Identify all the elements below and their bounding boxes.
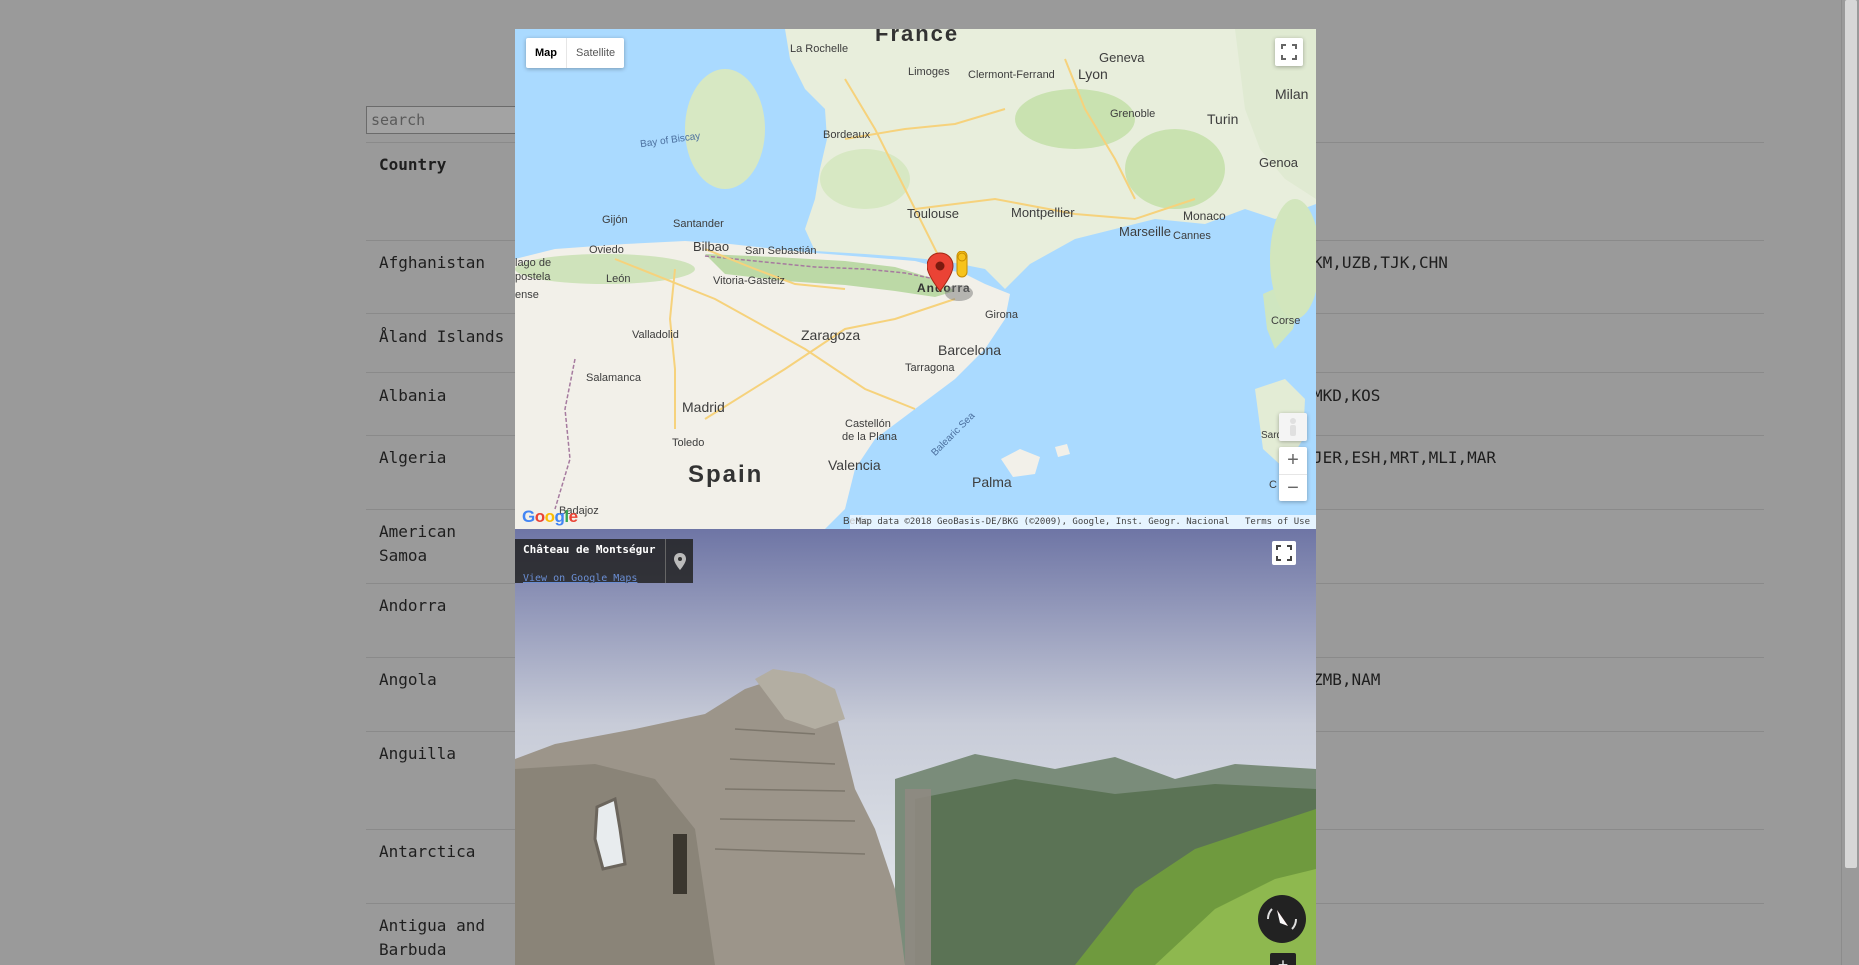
map-label: Montpellier <box>1011 205 1075 220</box>
compass-control[interactable] <box>1258 895 1306 943</box>
map-label: Girona <box>985 309 1019 321</box>
map-label: La Rochelle <box>790 43 849 55</box>
street-view-title: Château de Montségur <box>523 543 656 556</box>
pegman-button[interactable] <box>1279 413 1307 441</box>
map-label: Castellón <box>845 418 891 430</box>
map-type-satellite-button[interactable]: Satellite <box>566 38 624 68</box>
map-label: Geneva <box>1099 50 1145 65</box>
location-marker-icon[interactable] <box>927 251 983 307</box>
column-header-country: Country <box>379 155 447 174</box>
map-type-map-button[interactable]: Map <box>526 38 566 68</box>
cell-borders: KM,UZB,TJK,CHN <box>1313 253 1448 272</box>
map-label: Clermont-Ferrand <box>968 69 1055 81</box>
street-view-info-card: Château de Montségur View on Google Maps <box>515 539 694 584</box>
map-label: Valladolid <box>632 329 679 341</box>
search-input[interactable] <box>366 106 516 134</box>
cell-country: Anguilla <box>379 744 457 763</box>
google-logo: Google <box>522 507 578 526</box>
map-label: lago de <box>515 257 552 269</box>
street-view-fullscreen-button[interactable] <box>1272 541 1296 565</box>
terms-link[interactable]: Terms of Use <box>1245 517 1310 527</box>
attribution-text: Map data ©2018 GeoBasis-DE/BKG (©2009), … <box>855 517 1230 527</box>
cell-country: American Samoa <box>379 522 457 565</box>
map-label: Milan <box>1275 86 1309 102</box>
cell-country: Albania <box>379 386 447 405</box>
cell-country: Algeria <box>379 448 447 467</box>
map-label: Cannes <box>1173 230 1211 242</box>
map-label: Bilbao <box>693 239 730 254</box>
map-label: Zaragoza <box>801 327 861 343</box>
map-label: Valencia <box>828 457 881 473</box>
map-label: Genoa <box>1259 155 1299 170</box>
map-label: Monaco <box>1183 209 1226 223</box>
map-label: Oviedo <box>589 244 624 256</box>
map-view[interactable]: France La Rochelle Limoges Clermont-Ferr… <box>515 29 1316 529</box>
map-label: San Sebastián <box>745 245 817 257</box>
fullscreen-icon <box>1281 44 1297 60</box>
map-label: ense <box>515 289 539 301</box>
view-on-google-maps-link[interactable]: View on Google Maps <box>523 573 637 584</box>
map-label: Lyon <box>1078 66 1108 82</box>
map-label: Toledo <box>672 437 705 449</box>
cell-country: Antigua and Barbuda <box>379 916 485 959</box>
map-label: postela <box>515 271 551 283</box>
cell-country: Afghanistan <box>379 253 485 272</box>
pegman-icon <box>1290 418 1296 436</box>
map-label: Marseille <box>1119 224 1172 239</box>
map-label: de la Plana <box>842 431 898 443</box>
fullscreen-icon <box>1276 545 1292 561</box>
map-label: Tarragona <box>905 362 955 374</box>
street-view-image <box>515 529 1316 965</box>
location-modal: France La Rochelle Limoges Clermont-Ferr… <box>515 29 1316 965</box>
map-label: Salamanca <box>586 372 642 384</box>
cell-country: Andorra <box>379 596 447 615</box>
cell-country: Åland Islands <box>379 327 505 346</box>
compass-icon <box>1266 908 1298 930</box>
cell-country: Antarctica <box>379 842 476 861</box>
map-label: Gijón <box>602 214 628 226</box>
cell-borders: JER,ESH,MRT,MLI,MAR <box>1313 448 1497 467</box>
map-terrain <box>515 29 1316 529</box>
cell-borders: ZMB,NAM <box>1313 670 1381 689</box>
street-view-panorama[interactable]: Château de Montségur View on Google Maps <box>515 529 1316 965</box>
map-label: Turin <box>1207 111 1239 127</box>
map-label: Grenoble <box>1110 108 1156 120</box>
map-label: Bordeaux <box>823 129 871 141</box>
map-attribution: Map data ©2018 GeoBasis-DE/BKG (©2009), … <box>849 515 1316 529</box>
page-scrollbar[interactable] <box>1841 0 1859 965</box>
map-label: Corse <box>1271 315 1301 327</box>
map-label: Madrid <box>682 399 725 415</box>
cell-borders: MKD,KOS <box>1313 386 1381 405</box>
map-label: León <box>606 273 631 285</box>
cell-country: Angola <box>379 670 437 689</box>
map-label-france: France <box>875 29 960 46</box>
zoom-in-button[interactable]: + <box>1279 447 1307 475</box>
scrollbar-thumb[interactable] <box>1845 0 1857 868</box>
map-label: Barcelona <box>938 342 1002 358</box>
zoom-control: + − <box>1279 447 1307 501</box>
map-label: Vitoria-Gasteiz <box>713 275 785 287</box>
map-label: Palma <box>972 474 1012 490</box>
place-pin-icon <box>674 553 686 570</box>
map-fullscreen-button[interactable] <box>1275 38 1303 66</box>
map-type-control[interactable]: Map Satellite <box>526 38 625 68</box>
map-label: Toulouse <box>907 206 960 221</box>
map-label: Santander <box>673 218 724 230</box>
zoom-out-button[interactable]: − <box>1279 475 1307 501</box>
map-label-spain: Spain <box>688 461 764 488</box>
street-view-zoom-in-button[interactable]: + <box>1270 953 1296 965</box>
map-label: C <box>1269 479 1277 491</box>
map-label: Limoges <box>908 66 950 78</box>
street-view-pin-button[interactable] <box>665 539 694 583</box>
